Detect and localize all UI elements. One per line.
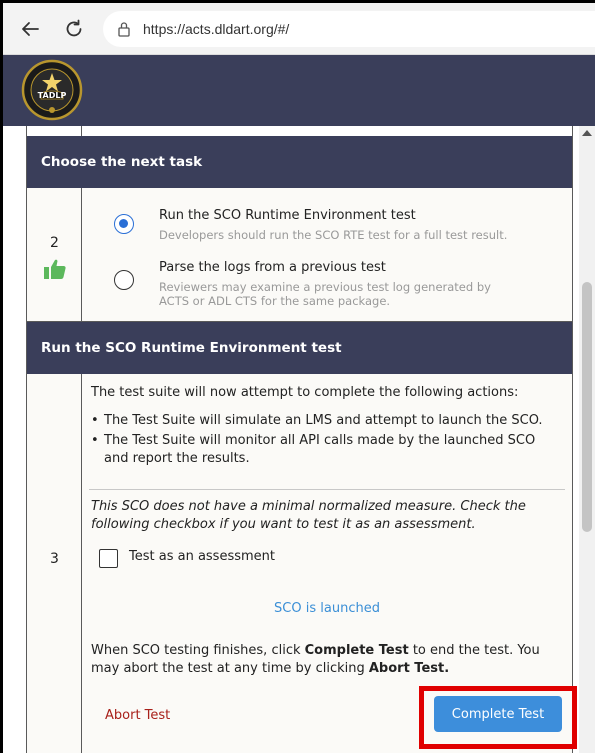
step-number: 3 (50, 551, 59, 567)
lock-icon (118, 21, 130, 37)
logo-text: TADLP (38, 91, 67, 100)
step-row-next-task: 2 Run the SCO Runtime Environment test D… (27, 188, 572, 322)
launch-status: SCO is launched (274, 601, 380, 616)
step-number: 2 (50, 235, 59, 251)
step-number-cell: 3 (27, 374, 82, 753)
step-row-rte-test: 3 The test suite will now attempt to com… (27, 374, 572, 753)
step-number-cell: 2 (27, 188, 82, 321)
finish-instructions: When SCO testing finishes, click Complet… (91, 643, 540, 676)
url-text: https://acts.dldart.org/#/ (143, 20, 290, 37)
rte-intro-text: The test suite will now attempt to compl… (91, 385, 519, 400)
divider (89, 489, 565, 490)
scroll-thumb[interactable] (582, 282, 592, 532)
back-arrow-icon (22, 21, 39, 36)
list-item: The Test Suite will simulate an LMS and … (91, 412, 561, 430)
thumbs-up-icon (44, 259, 66, 279)
parse-logs-radio[interactable] (114, 270, 134, 290)
main-content: Choose the next task 2 Run the SCO Runti… (3, 126, 595, 753)
section-title: Choose the next task (41, 154, 203, 170)
parse-logs-option-title[interactable]: Parse the logs from a previous test (159, 260, 386, 275)
reload-button[interactable] (57, 12, 91, 46)
assessment-checkbox[interactable] (99, 549, 118, 568)
scroll-up-icon[interactable] (582, 130, 592, 136)
complete-test-button[interactable]: Complete Test (434, 696, 562, 732)
assessment-checkbox-label[interactable]: Test as an assessment (129, 549, 275, 564)
section-header-rte-test: Run the SCO Runtime Environment test (27, 322, 572, 374)
list-item: The Test Suite will monitor all API call… (91, 432, 561, 468)
reload-icon (66, 19, 82, 36)
tadlp-logo[interactable]: TADLP (19, 59, 85, 121)
run-rte-option-title[interactable]: Run the SCO Runtime Environment test (159, 208, 416, 223)
abort-test-link[interactable]: Abort Test (105, 708, 170, 723)
address-bar[interactable]: https://acts.dldart.org/#/ (103, 10, 595, 47)
back-button[interactable] (13, 12, 47, 46)
previous-step-row (27, 126, 572, 136)
rte-actions-list: The Test Suite will simulate an LMS and … (91, 412, 561, 470)
section-header-next-task: Choose the next task (27, 136, 572, 188)
browser-toolbar: https://acts.dldart.org/#/ (3, 3, 595, 55)
vertical-scrollbar[interactable] (579, 126, 595, 753)
parse-logs-option-description: Reviewers may examine a previous test lo… (159, 280, 491, 308)
section-title: Run the SCO Runtime Environment test (41, 340, 342, 356)
measure-note: This SCO does not have a minimal normali… (91, 499, 526, 532)
test-steps-panel: Choose the next task 2 Run the SCO Runti… (26, 126, 573, 753)
run-rte-radio[interactable] (114, 214, 134, 234)
site-header: TADLP (3, 55, 595, 126)
run-rte-option-description: Developers should run the SCO RTE test f… (159, 228, 508, 242)
